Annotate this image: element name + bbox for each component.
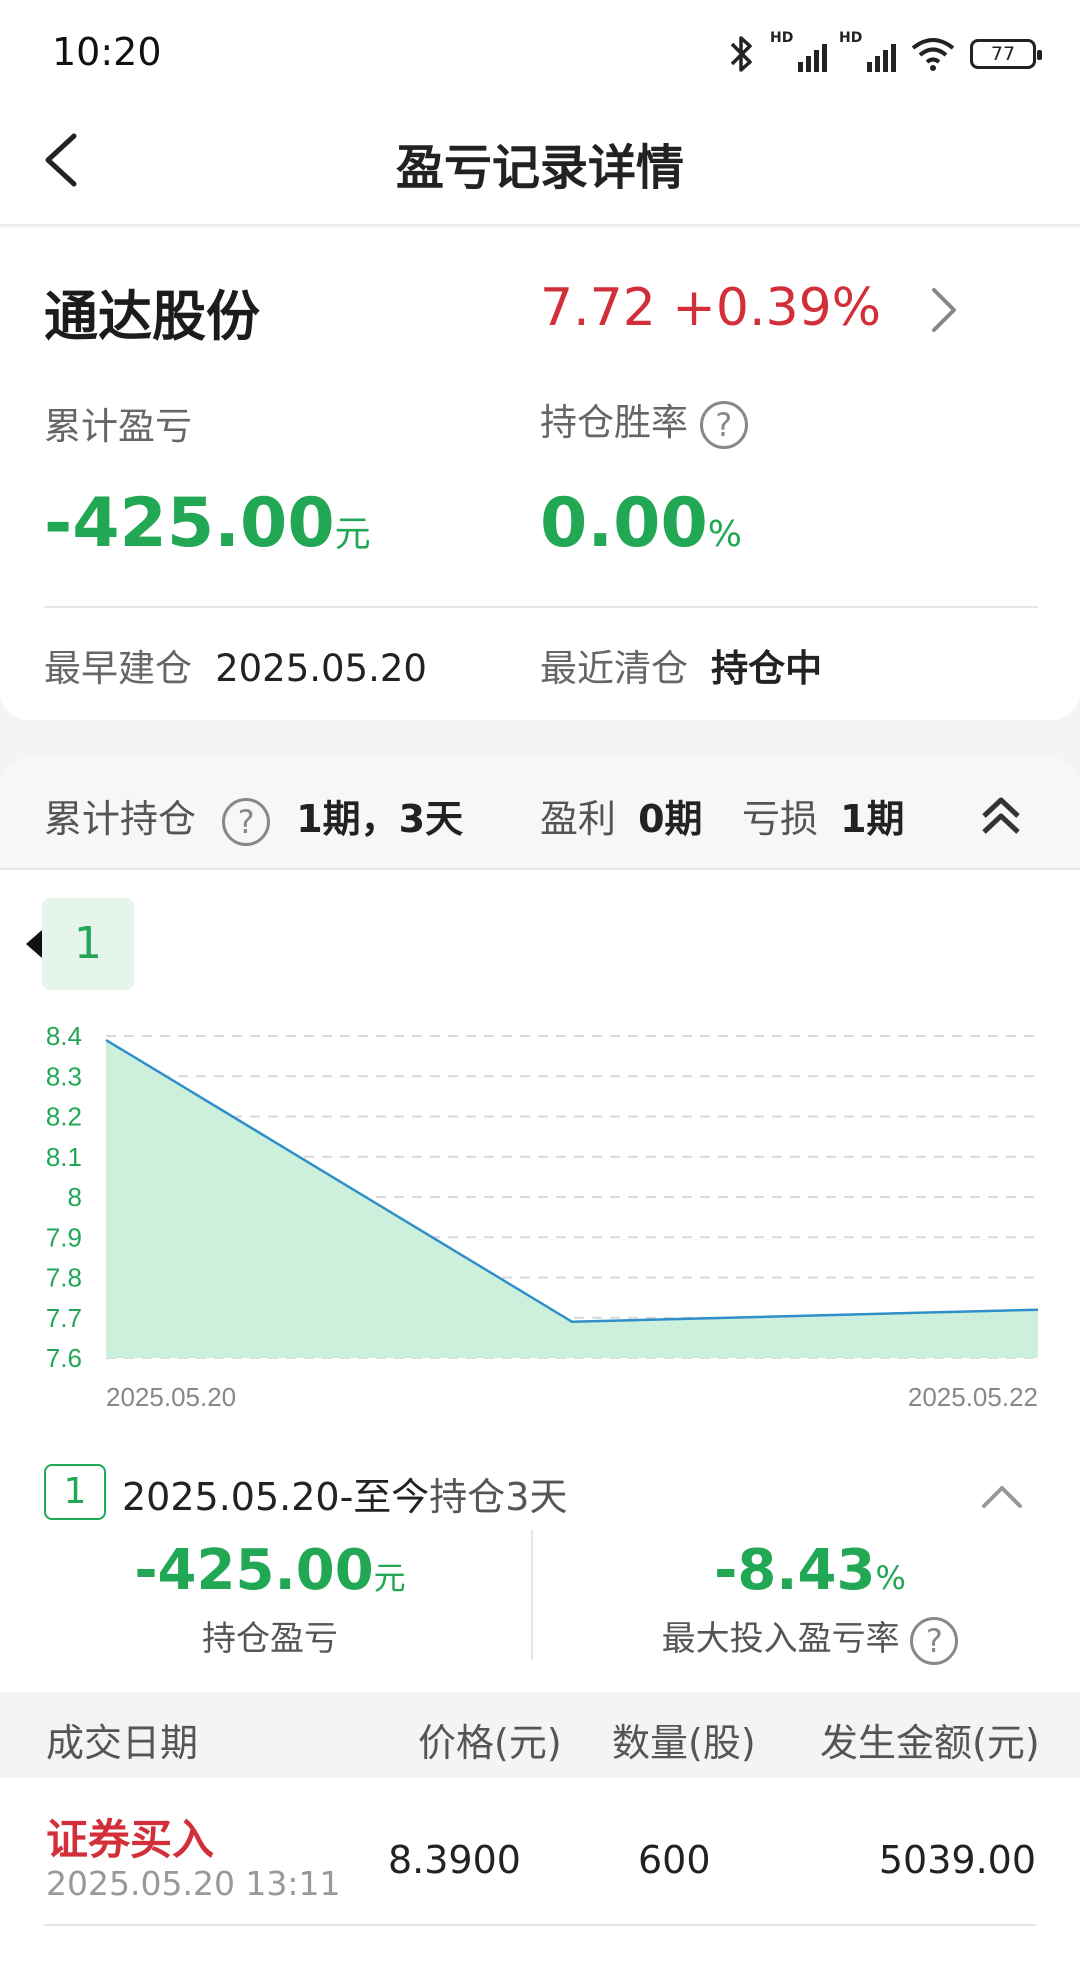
- period-tab[interactable]: 1: [42, 898, 134, 990]
- trade-amount: 5039.00: [878, 1838, 1036, 1882]
- help-icon[interactable]: ?: [222, 797, 271, 846]
- help-icon[interactable]: ?: [699, 400, 748, 449]
- y-tick-label: 7.6: [46, 1343, 82, 1373]
- period-pnl-label: 持仓盈亏: [202, 1619, 338, 1659]
- period-pnl-value: -425.00: [134, 1538, 374, 1603]
- page-title: 盈亏记录详情: [395, 140, 684, 196]
- period-range-group: 2025.05.20-至今持仓3天: [122, 1466, 567, 1521]
- summary-divider: [44, 606, 1038, 608]
- caret-left-icon[interactable]: [26, 930, 42, 958]
- chevron-up-icon[interactable]: [978, 1478, 1026, 1512]
- row-divider: [44, 1924, 1036, 1926]
- battery-icon: 77: [970, 39, 1042, 69]
- loss-group: 亏损 1期: [742, 788, 905, 843]
- metric-divider: [531, 1530, 533, 1660]
- period-rate-unit: %: [875, 1559, 906, 1597]
- stock-quote[interactable]: 7.72 +0.39%: [540, 278, 881, 338]
- period-pnl-value-group: -425.00元: [0, 1538, 540, 1603]
- last-clear-value: 持仓中: [711, 647, 823, 690]
- bluetooth-icon: [730, 36, 752, 72]
- double-chevron-up-icon[interactable]: [976, 790, 1026, 840]
- cum-pnl-label: 累计盈亏: [44, 405, 192, 448]
- profit-label: 盈利: [540, 797, 617, 841]
- cum-pnl-value: -425.00: [44, 484, 335, 563]
- first-open-label: 最早建仓: [44, 647, 192, 690]
- trade-type: 证券买入: [46, 1815, 215, 1864]
- col-amount: 发生金额(元): [820, 1721, 1040, 1765]
- period-rate-value-group: -8.43%: [540, 1538, 1080, 1603]
- y-tick-label: 8.1: [46, 1142, 82, 1172]
- period-rate-label-group: 最大投入盈亏率 ?: [540, 1611, 1080, 1665]
- period-rate-metric: -8.43% 最大投入盈亏率 ?: [540, 1538, 1080, 1665]
- last-clear-label: 最近清仓: [540, 647, 688, 690]
- col-date: 成交日期: [46, 1721, 199, 1765]
- win-rate-value: 0.00: [540, 484, 708, 563]
- period-pnl-metric: -425.00元 持仓盈亏: [0, 1538, 540, 1660]
- col-qty: 数量(股): [612, 1721, 756, 1765]
- table-row[interactable]: 证券买入 2025.05.20 13:11 8.3900 600 5039.00: [0, 1778, 1080, 1926]
- trade-time: 2025.05.20 13:11: [46, 1864, 341, 1903]
- y-tick-label: 7.9: [46, 1222, 82, 1252]
- trade-table-header: 成交日期 价格(元) 数量(股) 发生金额(元): [0, 1692, 1080, 1778]
- last-clear-group: 最近清仓 持仓中: [540, 638, 822, 692]
- period-range: 2025.05.20-至今: [122, 1475, 430, 1519]
- x-tick-label: 2025.05.22: [908, 1382, 1038, 1412]
- trade-price: 8.3900: [388, 1838, 521, 1882]
- summary-card: 通达股份 7.72 +0.39% 累计盈亏 持仓胜率 ? -425.00元 0.…: [0, 228, 1080, 720]
- position-card: 累计持仓 ? 1期，3天 盈利 0期 亏损 1期 1 8.4 8.3 8.2 8.1 8…: [0, 758, 1080, 1982]
- y-tick-label: 7.7: [46, 1303, 82, 1333]
- wifi-icon: [911, 38, 955, 71]
- cell-signal-icon: HD: [839, 30, 896, 72]
- chevron-right-icon[interactable]: [918, 280, 968, 340]
- loss-value: 1期: [840, 797, 905, 841]
- period-pnl-unit: 元: [373, 1559, 406, 1597]
- loss-label: 亏损: [742, 797, 819, 841]
- win-rate-label: 持仓胜率: [540, 401, 688, 444]
- col-price: 价格(元): [418, 1721, 562, 1765]
- y-tick-label: 8.2: [46, 1102, 82, 1132]
- status-time: 10:20: [52, 30, 162, 74]
- cum-hold-label: 累计持仓: [44, 797, 197, 841]
- profit-group: 盈利 0期: [540, 788, 703, 843]
- position-header: 累计持仓 ? 1期，3天 盈利 0期 亏损 1期: [0, 758, 1080, 870]
- cum-hold-value: 1期，3天: [296, 797, 464, 841]
- help-icon[interactable]: ?: [910, 1616, 959, 1665]
- first-open-value: 2025.05.20: [215, 647, 427, 690]
- stock-name: 通达股份: [44, 285, 260, 348]
- cum-hold-group: 累计持仓 ? 1期，3天: [44, 788, 463, 846]
- x-tick-label: 2025.05.20: [106, 1382, 236, 1412]
- first-open-group: 最早建仓 2025.05.20: [44, 638, 427, 692]
- cum-pnl-value-group: -425.00元: [44, 484, 371, 563]
- cell-signal-icon: HD: [770, 30, 827, 72]
- y-tick-label: 7.8: [46, 1263, 82, 1293]
- win-rate-value-group: 0.00%: [540, 484, 742, 563]
- period-rate-value: -8.43: [714, 1538, 876, 1603]
- signal-hd-label: HD: [839, 30, 863, 46]
- price-chart: 8.4 8.3 8.2 8.1 8 7.9 7.8 7.7 7.6 2025.05.20 2025…: [46, 1021, 1039, 1412]
- profit-value: 0期: [638, 797, 703, 841]
- y-tick-label: 8.4: [46, 1021, 82, 1051]
- cum-pnl-unit: 元: [334, 514, 371, 555]
- period-badge: 1: [44, 1464, 106, 1520]
- status-bar: 10:20 HD HD 77: [0, 0, 1080, 100]
- trade-qty: 600: [638, 1838, 711, 1882]
- win-rate-unit: %: [707, 514, 742, 555]
- nav-bar: 盈亏记录详情: [0, 100, 1080, 226]
- y-tick-label: 8: [68, 1182, 82, 1212]
- win-rate-label-group: 持仓胜率 ?: [540, 392, 748, 449]
- status-icons: HD HD 77: [724, 30, 1042, 74]
- signal-hd-label: HD: [770, 30, 794, 46]
- y-tick-label: 8.3: [46, 1061, 82, 1091]
- period-hold-text: 持仓3天: [429, 1475, 568, 1519]
- period-rate-label: 最大投入盈亏率: [661, 1619, 900, 1659]
- area-fill: [106, 1040, 1038, 1358]
